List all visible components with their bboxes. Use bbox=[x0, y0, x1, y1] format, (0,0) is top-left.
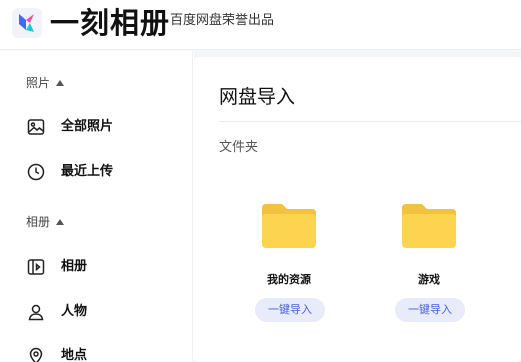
section-header-albums[interactable]: 相册 bbox=[26, 214, 65, 230]
app-logo-icon[interactable] bbox=[12, 8, 42, 38]
section-title: 相册 bbox=[26, 215, 51, 229]
caret-up-icon bbox=[56, 80, 65, 86]
folder-icon bbox=[262, 204, 316, 248]
main-area: 网盘导入 文件夹 我的资源 一键导入 游戏 一键导入 bbox=[194, 51, 521, 362]
section-title: 照片 bbox=[26, 76, 51, 90]
image-icon bbox=[26, 117, 46, 137]
page-title: 网盘导入 bbox=[219, 86, 296, 108]
folder-name: 游戏 bbox=[418, 273, 440, 286]
import-button[interactable]: 一键导入 bbox=[395, 298, 465, 322]
sidebar-item-label: 全部照片 bbox=[61, 119, 114, 134]
sidebar-item-places[interactable]: 地点 bbox=[26, 344, 87, 362]
import-panel: 网盘导入 文件夹 我的资源 一键导入 游戏 一键导入 bbox=[194, 57, 521, 362]
sidebar: 照片 全部照片 最近上传 相册 相册 人物 地点 bbox=[0, 51, 193, 362]
location-icon bbox=[26, 346, 46, 362]
sidebar-item-label: 人物 bbox=[61, 304, 88, 319]
divider bbox=[219, 121, 521, 122]
sidebar-item-label: 相册 bbox=[61, 259, 88, 274]
sidebar-item-recent-uploads[interactable]: 最近上传 bbox=[26, 160, 113, 184]
import-button[interactable]: 一键导入 bbox=[255, 298, 325, 322]
album-icon bbox=[26, 257, 46, 277]
folder-name: 我的资源 bbox=[267, 273, 311, 286]
folder-icon bbox=[402, 204, 456, 248]
sidebar-item-all-photos[interactable]: 全部照片 bbox=[26, 115, 113, 139]
app-header: 一刻相册 百度网盘荣誉出品 bbox=[0, 0, 521, 50]
sidebar-item-people[interactable]: 人物 bbox=[26, 300, 87, 324]
sidebar-item-albums[interactable]: 相册 bbox=[26, 255, 87, 279]
clock-icon bbox=[26, 162, 46, 182]
section-header-photos[interactable]: 照片 bbox=[26, 75, 65, 91]
sidebar-item-label: 地点 bbox=[61, 348, 88, 362]
sidebar-item-label: 最近上传 bbox=[61, 164, 114, 179]
app-subtitle: 百度网盘荣誉出品 bbox=[170, 13, 275, 28]
section-label: 文件夹 bbox=[219, 140, 259, 155]
app-name: 一刻相册 bbox=[50, 6, 171, 40]
caret-up-icon bbox=[56, 219, 65, 225]
person-icon bbox=[26, 302, 46, 322]
